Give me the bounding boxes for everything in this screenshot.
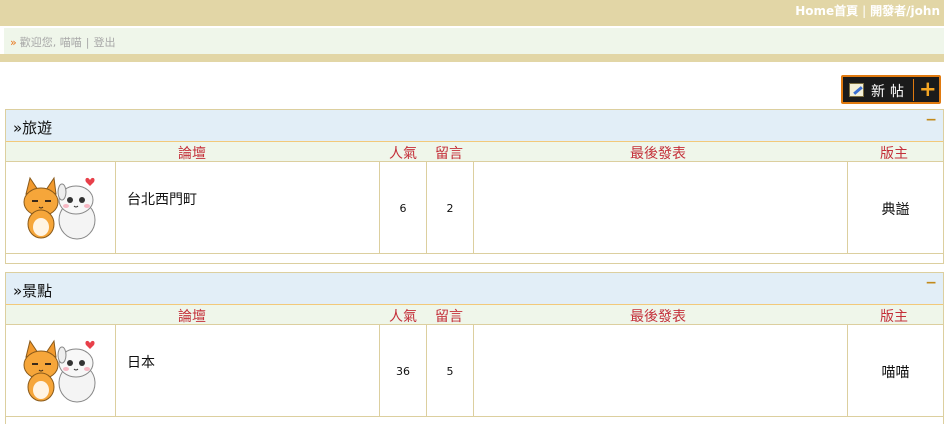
forum-row: 日本 36 5 喵喵: [6, 325, 943, 417]
forum-name-cell: 台北西門町: [116, 162, 380, 254]
top-links: Home首頁 | 開發者/john: [795, 2, 940, 19]
comments-cell: 5: [427, 325, 474, 417]
moderator-cell: 典謚: [848, 162, 943, 254]
moderator-cell: 喵喵: [848, 325, 943, 417]
last-post-cell: [474, 162, 848, 254]
column-forum: 論壇: [178, 309, 206, 325]
top-bar: Home首頁 | 開發者/john: [0, 0, 944, 26]
moderator-name[interactable]: 典謚: [848, 199, 943, 219]
category-title[interactable]: »景點: [13, 280, 52, 301]
column-moderator: 版主: [880, 309, 908, 325]
forum-avatar-cell: [6, 162, 116, 254]
collapse-icon[interactable]: −: [925, 112, 937, 128]
popularity-cell: 36: [380, 325, 427, 417]
welcome-separator: |: [85, 36, 90, 49]
category-header: »景點 −: [6, 273, 943, 305]
home-link[interactable]: Home首頁: [795, 4, 858, 18]
new-post-button[interactable]: 新帖 +: [841, 75, 941, 104]
column-forum: 論壇: [178, 146, 206, 162]
popularity-count: 36: [396, 365, 410, 378]
popularity-cell: 6: [380, 162, 427, 254]
top-separator: |: [862, 4, 867, 18]
edit-icon: [849, 83, 864, 97]
moderator-name[interactable]: 喵喵: [848, 362, 943, 382]
last-post-cell: [474, 325, 848, 417]
column-comments: 留言: [435, 146, 463, 162]
category-panel: »景點 − 論壇 人氣 留言 最後發表 版主 日本 36 5 喵喵: [5, 272, 944, 424]
column-popularity: 人氣: [389, 309, 417, 325]
category-header: »旅遊 −: [6, 110, 943, 142]
column-popularity: 人氣: [389, 146, 417, 162]
forum-name-link[interactable]: 日本: [127, 352, 155, 372]
forum-avatar-cell: [6, 325, 116, 417]
popularity-count: 6: [399, 202, 407, 215]
forum-row: 台北西門町 6 2 典謚: [6, 162, 943, 254]
comments-count: 5: [446, 365, 454, 378]
plus-icon: +: [919, 77, 937, 101]
comments-cell: 2: [427, 162, 474, 254]
button-divider: [913, 79, 914, 101]
cat-mascot-icon: [23, 339, 96, 403]
category-title[interactable]: »旅遊: [13, 117, 52, 138]
divider-bar: [0, 54, 944, 62]
column-last-post: 最後發表: [630, 309, 686, 325]
column-comments: 留言: [435, 309, 463, 325]
cat-mascot-icon: [23, 176, 96, 240]
category-panel: »旅遊 − 論壇 人氣 留言 最後發表 版主 台北西門町 6 2 典謚: [5, 109, 944, 264]
column-header-row: 論壇 人氣 留言 最後發表 版主: [6, 142, 943, 162]
collapse-icon[interactable]: −: [925, 275, 937, 291]
welcome-bar: » 歡迎您, 喵喵 | 登出: [4, 28, 944, 54]
forum-name-link[interactable]: 台北西門町: [127, 189, 197, 209]
column-header-row: 論壇 人氣 留言 最後發表 版主: [6, 305, 943, 325]
new-post-label: 新帖: [871, 84, 909, 100]
forum-name-cell: 日本: [116, 325, 380, 417]
column-moderator: 版主: [880, 146, 908, 162]
comments-count: 2: [446, 202, 454, 215]
logout-link[interactable]: 登出: [93, 36, 115, 49]
welcome-arrow-icon: »: [10, 36, 17, 49]
welcome-text: » 歡迎您, 喵喵 | 登出: [10, 34, 115, 50]
greeting-text: 歡迎您, 喵喵: [19, 36, 82, 49]
developer-link[interactable]: 開發者/john: [870, 4, 940, 18]
column-last-post: 最後發表: [630, 146, 686, 162]
